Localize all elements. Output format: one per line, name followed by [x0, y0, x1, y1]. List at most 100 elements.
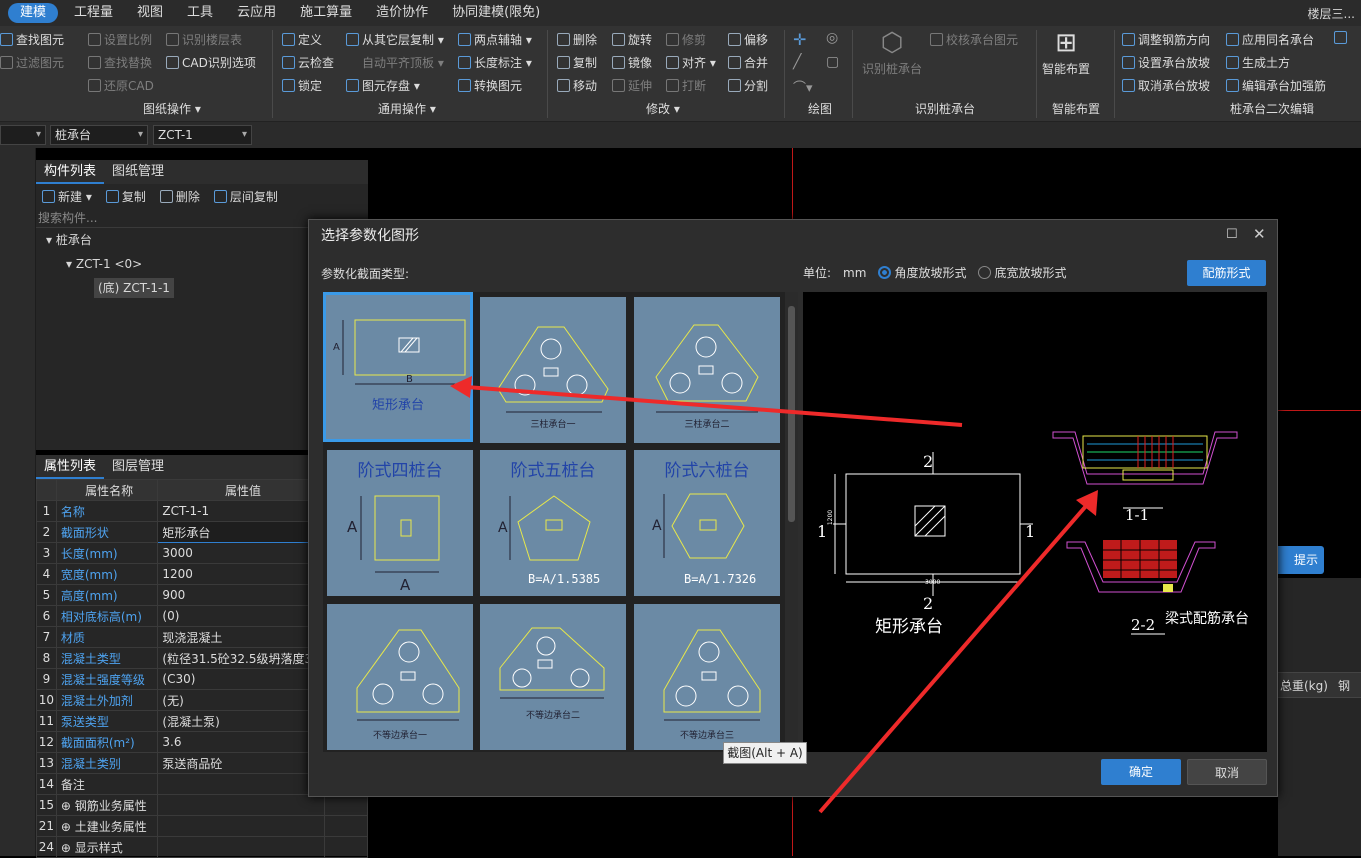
tab-drawing-manage[interactable]: 图纸管理	[104, 160, 172, 184]
menu-collab-modeling[interactable]: 协同建模(限免)	[440, 0, 552, 26]
set-slope-button[interactable]: 设置承台放坡	[1122, 54, 1210, 71]
length-dim-button[interactable]: 长度标注 ▾	[458, 54, 532, 71]
menu-cloud[interactable]: 云应用	[225, 0, 288, 26]
split-button[interactable]: 分割	[728, 77, 768, 94]
auto-flush-button[interactable]: 自动平齐顶板 ▾	[346, 54, 444, 71]
set-scale-button[interactable]: 设置比例	[88, 31, 152, 48]
identify-floor-table-button[interactable]: 识别楼层表	[166, 31, 242, 48]
property-value[interactable]: (混凝土泵)	[157, 710, 325, 732]
radio-angle-slope[interactable]: 角度放坡形式	[878, 264, 966, 281]
smart-layout-button[interactable]: ⊞ 智能布置	[1042, 28, 1090, 77]
extend-button[interactable]: 延伸	[612, 77, 652, 94]
cad-options-button[interactable]: CAD识别选项	[166, 54, 256, 71]
group-modify[interactable]: 修改 ▾	[646, 100, 680, 117]
property-value[interactable]: 900	[157, 584, 325, 606]
radio-width-slope[interactable]: 底宽放坡形式	[978, 264, 1066, 281]
floor-indicator[interactable]: 楼层三...	[1308, 5, 1361, 22]
find-replace-button[interactable]: 查找替换	[88, 54, 152, 71]
move-button[interactable]: 移动	[557, 77, 597, 94]
ok-button[interactable]: 确定	[1101, 759, 1181, 785]
grid-scrollbar-thumb[interactable]	[788, 306, 795, 522]
type-select[interactable]: 桩承台	[50, 125, 148, 145]
arc-draw-icon[interactable]: ⌒▾	[793, 77, 813, 96]
menu-cost-collab[interactable]: 造价协作	[364, 0, 440, 26]
copy-component-button[interactable]: 复制	[105, 188, 146, 205]
copy-between-floors-button[interactable]: 层间复制	[213, 188, 278, 205]
define-button[interactable]: 定义	[282, 31, 322, 48]
property-value[interactable]: 矩形承台	[157, 521, 325, 543]
group-drawing-ops[interactable]: 图纸操作 ▾	[143, 100, 201, 117]
property-value[interactable]	[157, 773, 325, 795]
save-element-button[interactable]: 图元存盘 ▾	[346, 77, 420, 94]
shape-unequal-2[interactable]: 不等边承台二	[480, 604, 626, 750]
property-value[interactable]: 3000	[157, 542, 325, 564]
apply-same-name-button[interactable]: 应用同名承台	[1226, 31, 1314, 48]
lock-button[interactable]: 锁定	[282, 77, 322, 94]
property-row[interactable]: 15 ⊕ 钢筋业务属性	[36, 794, 369, 816]
mirror-button[interactable]: 镜像	[612, 54, 652, 71]
cancel-slope-button[interactable]: 取消承台放坡	[1122, 77, 1210, 94]
delete-component-button[interactable]: 删除	[159, 188, 200, 205]
break-button[interactable]: 打断	[666, 77, 706, 94]
property-value[interactable]: 1200	[157, 563, 325, 585]
new-button[interactable]: 新建 ▾	[42, 188, 92, 205]
property-row[interactable]: 24 ⊕ 显示样式	[36, 836, 369, 858]
property-value[interactable]: 泵送商品砼	[157, 752, 325, 774]
property-value[interactable]: ZCT-1-1	[157, 500, 325, 522]
tab-layer-manage[interactable]: 图层管理	[104, 455, 172, 479]
menu-quantity[interactable]: 工程量	[62, 0, 125, 26]
line-draw-icon[interactable]: ╱	[793, 54, 801, 70]
floor-select[interactable]	[0, 125, 46, 145]
shape-three-pile-1[interactable]: 三柱承台一	[480, 297, 626, 443]
shape-step-six[interactable]: A 阶式六桩台 B=A/1.7326	[634, 450, 780, 596]
point-draw-icon[interactable]: ✛	[793, 30, 806, 49]
rebar-form-button[interactable]: 配筋形式	[1187, 260, 1266, 286]
convert-element-button[interactable]: 转换图元	[458, 77, 522, 94]
property-value[interactable]	[157, 794, 325, 816]
property-value[interactable]: (粒径31.5砼32.5级坍落度3...	[157, 647, 325, 669]
offset-button[interactable]: 偏移	[728, 31, 768, 48]
align-button[interactable]: 对齐 ▾	[666, 54, 716, 71]
more-icon[interactable]	[1334, 31, 1347, 44]
restore-cad-button[interactable]: 还原CAD	[88, 77, 154, 94]
two-point-axis-button[interactable]: 两点辅轴 ▾	[458, 31, 532, 48]
copy-from-layer-button[interactable]: 从其它层复制 ▾	[346, 31, 444, 48]
delete-button[interactable]: 删除	[557, 31, 597, 48]
circle-draw-icon[interactable]: ◎	[826, 30, 838, 46]
adjust-rebar-dir-button[interactable]: 调整钢筋方向	[1122, 31, 1210, 48]
grid-scrollbar[interactable]	[785, 292, 798, 752]
menu-tools[interactable]: 工具	[175, 0, 225, 26]
group-common-ops[interactable]: 通用操作 ▾	[378, 100, 436, 117]
tab-component-list[interactable]: 构件列表	[36, 160, 105, 184]
shape-three-pile-2[interactable]: 三柱承台二	[634, 297, 780, 443]
tab-property-list[interactable]: 属性列表	[36, 455, 105, 479]
rotate-button[interactable]: 旋转	[612, 31, 652, 48]
check-pile-button[interactable]: 校核承台图元	[930, 31, 1018, 48]
cancel-button[interactable]: 取消	[1187, 759, 1267, 785]
shape-unequal-3[interactable]: 不等边承台三	[634, 604, 780, 750]
property-value[interactable]: (C30)	[157, 668, 325, 690]
edit-reinforce-button[interactable]: 编辑承台加强筋	[1226, 77, 1326, 94]
property-row[interactable]: 21 ⊕ 土建业务属性	[36, 815, 369, 837]
shape-unequal-1[interactable]: 不等边承台一	[327, 604, 473, 750]
cloud-check-button[interactable]: 云检查	[282, 54, 334, 71]
property-value[interactable]: 3.6	[157, 731, 325, 753]
maximize-icon[interactable]: ☐	[1226, 227, 1238, 242]
property-value[interactable]	[157, 836, 325, 858]
shape-step-five[interactable]: A 阶式五桩台 B=A/1.5385	[480, 450, 626, 596]
copy-button[interactable]: 复制	[557, 54, 597, 71]
identify-pile-button[interactable]: ⬡ 识别桩承台	[862, 28, 922, 77]
shape-rect-cap[interactable]: A B 矩形承台	[323, 292, 473, 442]
close-icon[interactable]: ✕	[1253, 225, 1266, 243]
rect-draw-icon[interactable]: ▢	[826, 54, 839, 70]
trim-button[interactable]: 修剪	[666, 31, 706, 48]
filter-element-button[interactable]: 过滤图元	[0, 54, 64, 71]
property-value[interactable]: (0)	[157, 605, 325, 627]
menu-construction[interactable]: 施工算量	[288, 0, 364, 26]
component-select[interactable]: ZCT-1	[153, 125, 252, 145]
property-value[interactable]: 现浇混凝土	[157, 626, 325, 648]
merge-button[interactable]: 合并	[728, 54, 768, 71]
shape-step-four[interactable]: A A 阶式四桩台	[327, 450, 473, 596]
property-value[interactable]: (无)	[157, 689, 325, 711]
property-value[interactable]	[157, 815, 325, 837]
